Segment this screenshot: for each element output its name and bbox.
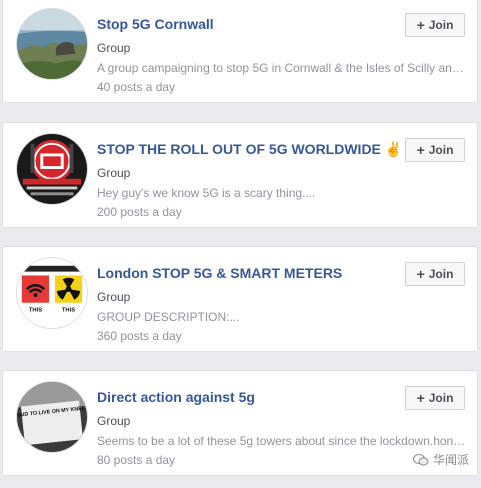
group-description: Hey guy's we know 5G is a scary thing...… [97, 186, 316, 200]
stop-5g-sign-avatar [17, 134, 87, 204]
group-description: A group campaigning to stop 5G in Cornwa… [97, 61, 467, 75]
watermark: 华闻派 [412, 451, 469, 468]
group-avatar[interactable]: I'M NOT AFRAID TO DIE...I'M AFRAID TO LI… [16, 381, 88, 453]
group-description: Seems to be a lot of these 5g towers abo… [97, 434, 467, 448]
watermark-text: 华闻派 [432, 453, 469, 467]
plus-icon: + [416, 266, 425, 282]
group-activity: 360 posts a day [97, 329, 182, 343]
group-description: GROUP DESCRIPTION:... [97, 310, 240, 324]
avatar-label: THIS [62, 307, 75, 313]
join-label: Join [428, 267, 454, 281]
group-title[interactable]: Direct action against 5g [97, 389, 255, 405]
plus-icon: + [416, 17, 425, 33]
group-type-label: Group [97, 41, 131, 55]
group-avatar[interactable]: THIS THIS [16, 257, 88, 329]
group-card: Stop 5G Cornwall Group A group campaigni… [2, 0, 478, 103]
group-card: I'M NOT AFRAID TO DIE...I'M AFRAID TO LI… [2, 370, 478, 476]
victory-hand-icon: ✌ [384, 141, 403, 157]
join-label: Join [428, 18, 454, 32]
group-avatar[interactable] [16, 8, 88, 80]
wifi-radiation-warning-avatar: THIS THIS [17, 258, 87, 328]
avatar-label: THIS [29, 307, 42, 313]
join-button[interactable]: + Join [405, 138, 465, 162]
protest-sign-avatar: I'M NOT AFRAID TO DIE...I'M AFRAID TO LI… [17, 382, 87, 452]
plus-icon: + [416, 390, 425, 406]
group-type-label: Group [97, 166, 131, 180]
group-avatar[interactable] [16, 133, 88, 205]
group-title[interactable]: STOP THE ROLL OUT OF 5G WORLDWIDE ✌ [97, 141, 402, 158]
wechat-icon [412, 453, 429, 466]
coastline-photo-avatar [17, 9, 87, 79]
join-button[interactable]: + Join [405, 386, 465, 410]
group-card: THIS THIS London STOP 5G & SMART METERS … [2, 246, 478, 352]
group-card: STOP THE ROLL OUT OF 5G WORLDWIDE ✌ Grou… [2, 122, 478, 228]
group-title-text: STOP THE ROLL OUT OF 5G WORLDWIDE [97, 141, 381, 157]
group-activity: 200 posts a day [97, 205, 182, 219]
group-title[interactable]: London STOP 5G & SMART METERS [97, 265, 342, 281]
group-type-label: Group [97, 290, 131, 304]
plus-icon: + [416, 142, 425, 158]
group-type-label: Group [97, 414, 131, 428]
join-button[interactable]: + Join [405, 13, 465, 37]
join-label: Join [428, 391, 454, 405]
group-title[interactable]: Stop 5G Cornwall [97, 16, 214, 32]
join-button[interactable]: + Join [405, 262, 465, 286]
group-activity: 80 posts a day [97, 453, 176, 467]
group-activity: 40 posts a day [97, 80, 176, 94]
join-label: Join [428, 143, 454, 157]
